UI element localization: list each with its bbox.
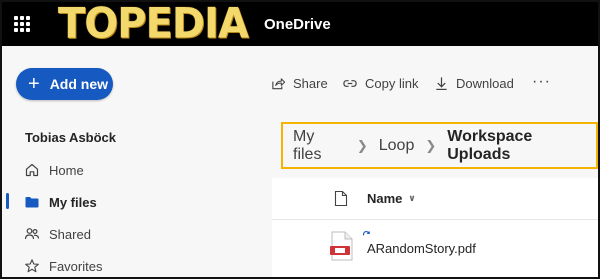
app-launcher-icon[interactable] <box>14 16 30 32</box>
command-bar: Share Copy link Download ··· <box>254 46 598 120</box>
sidebar-item-label: My files <box>49 194 97 210</box>
share-label: Share <box>293 76 328 91</box>
breadcrumb-loop[interactable]: Loop <box>379 137 415 155</box>
active-indicator <box>6 193 9 209</box>
breadcrumb: My files ❯ Loop ❯ Workspace Uploads <box>281 122 598 169</box>
sidebar-item-label: Favorites <box>49 258 103 274</box>
link-icon <box>343 80 357 87</box>
download-label: Download <box>456 76 514 91</box>
more-options-icon[interactable]: ··· <box>532 73 551 91</box>
sidebar-item-home[interactable]: Home <box>24 160 84 180</box>
chevron-right-icon: ❯ <box>356 137 368 153</box>
star-icon <box>25 259 39 273</box>
sync-icon <box>363 231 370 236</box>
sidebar: + Add new Tobias Asböck Home My files Sh… <box>2 46 254 277</box>
chevron-right-icon: ❯ <box>425 137 437 153</box>
file-type-icon <box>334 190 348 207</box>
file-list-header: Name ∨ <box>272 178 598 220</box>
file-list: Name ∨ ARandomStory.pdf <box>272 178 598 277</box>
home-icon <box>25 163 39 177</box>
share-button[interactable]: Share <box>271 76 328 91</box>
sidebar-item-label: Shared <box>49 226 91 242</box>
user-name: Tobias Asböck <box>25 130 117 145</box>
plus-icon: + <box>28 73 40 95</box>
breadcrumb-workspace-uploads[interactable]: Workspace Uploads <box>447 128 596 164</box>
sidebar-item-shared[interactable]: Shared <box>24 224 91 244</box>
name-column-label: Name <box>367 191 403 206</box>
folder-icon <box>25 197 39 208</box>
share-icon <box>272 78 286 90</box>
app-window: TOPEDIA OneDrive + Add new Tobias Asböck… <box>0 0 600 279</box>
pdf-file-icon <box>330 231 353 261</box>
sidebar-item-favorites[interactable]: Favorites <box>24 256 102 276</box>
breadcrumb-my-files[interactable]: My files <box>293 128 346 164</box>
download-button[interactable]: Download <box>434 76 514 91</box>
add-new-label: Add new <box>49 76 109 92</box>
download-icon <box>436 77 447 91</box>
name-column-header[interactable]: Name ∨ <box>367 191 416 206</box>
file-name[interactable]: ARandomStory.pdf <box>367 241 476 256</box>
chevron-down-icon: ∨ <box>408 193 416 203</box>
add-new-button[interactable]: + Add new <box>16 68 113 100</box>
top-bar: TOPEDIA OneDrive <box>2 2 598 46</box>
table-row[interactable]: ARandomStory.pdf <box>272 221 598 277</box>
copy-link-button[interactable]: Copy link <box>342 76 418 91</box>
sidebar-item-my-files[interactable]: My files <box>24 192 97 212</box>
copy-link-label: Copy link <box>365 76 419 91</box>
brand-logo: TOPEDIA <box>58 0 249 49</box>
people-icon <box>24 228 40 240</box>
sidebar-item-label: Home <box>49 162 84 178</box>
app-name[interactable]: OneDrive <box>264 16 331 33</box>
